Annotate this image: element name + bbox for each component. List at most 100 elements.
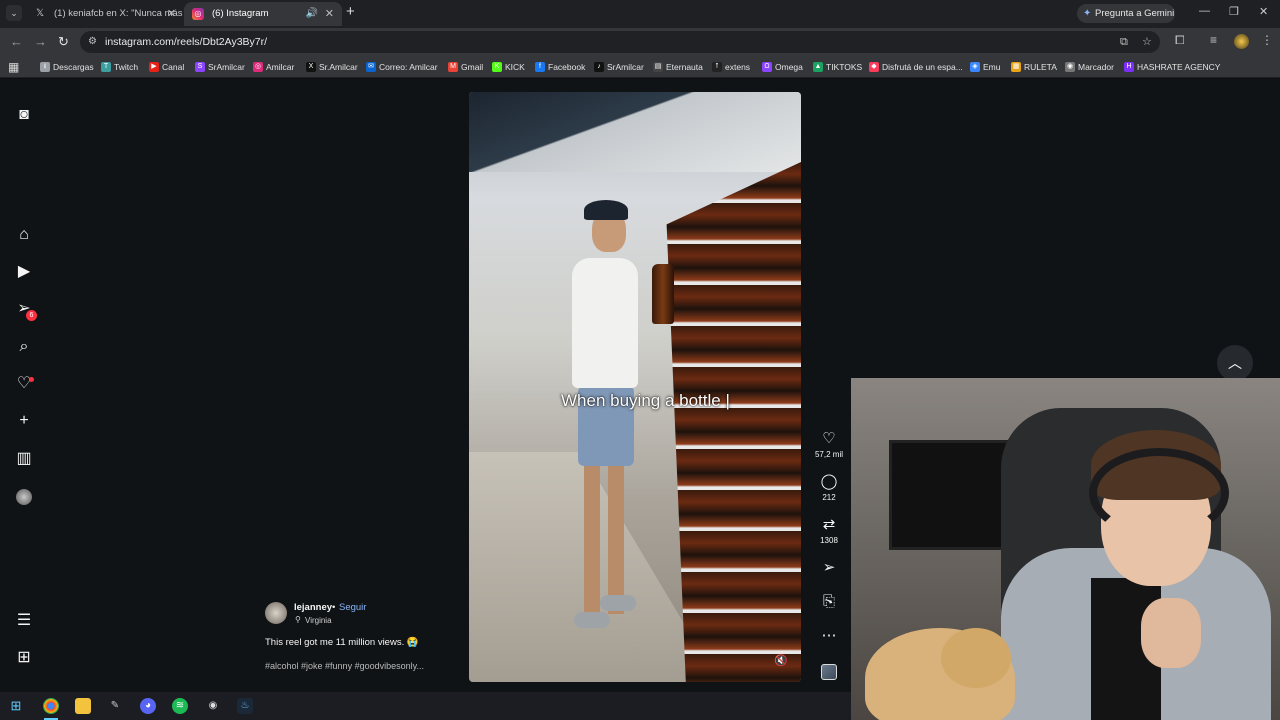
bookmark-item[interactable]: ▲ TIKTOKS	[813, 56, 862, 78]
reels-icon[interactable]: ▶	[14, 262, 34, 282]
previous-reel-chevron-up-icon[interactable]: ︿	[1217, 345, 1253, 381]
app-icon[interactable]: ✎	[107, 698, 123, 714]
new-tab-button[interactable]: +	[346, 3, 355, 20]
bookmark-item[interactable]: K KICK	[492, 56, 525, 78]
file-explorer-icon[interactable]	[75, 698, 91, 714]
comment-icon: ◯	[820, 473, 838, 490]
windows-start-icon[interactable]: ⊞	[8, 698, 24, 714]
bookmark-item[interactable]: T Twitch	[101, 56, 138, 78]
apps-grid-icon[interactable]: ▦	[8, 60, 19, 74]
taskbar: ⊞ ✎ ◕ ≋ ◉ ♨	[0, 692, 851, 720]
bookmark-item[interactable]: ◈ Emu	[970, 56, 1000, 78]
back-icon[interactable]: ←	[10, 34, 23, 49]
bookmark-item[interactable]: ◉ Marcador	[1065, 56, 1114, 78]
discord-icon[interactable]: ◕	[140, 698, 156, 714]
follow-button[interactable]: Seguir	[339, 602, 366, 613]
bookmark-item[interactable]: H HASHRATE AGENCY	[1124, 56, 1220, 78]
bookmark-label: Eternauta	[666, 62, 703, 72]
sidebar: ◙ ⌂ ▶ ➢ 6 ⌕ ♡ + ▥ ☰ ⊞	[0, 79, 48, 692]
tab-instagram[interactable]: ◎ (6) Instagram 🔊 ✕	[184, 2, 342, 26]
instagram-icon: ◎	[192, 8, 204, 20]
bookmark-favicon-icon: ♪	[594, 62, 604, 72]
bookmark-item[interactable]: ▦ RULETA	[1011, 56, 1057, 78]
instagram-logo-icon[interactable]: ◙	[14, 105, 34, 125]
bookmark-favicon-icon: ◈	[970, 62, 980, 72]
bookmark-label: Descargas	[53, 62, 94, 72]
bookmark-item[interactable]: ♪ SrAmilcar	[594, 56, 644, 78]
insights-icon[interactable]: ▥	[14, 449, 34, 469]
bookmark-star-icon[interactable]: ☆	[1142, 31, 1152, 53]
forward-icon[interactable]: →	[34, 34, 47, 49]
tab-search-button[interactable]: ⌄	[6, 5, 22, 21]
close-window-icon[interactable]: ✕	[1259, 5, 1268, 18]
steam-icon[interactable]: ♨	[237, 698, 253, 714]
close-tab-icon[interactable]: ✕	[167, 2, 176, 26]
video-text-overlay: When buying a bottle |	[561, 391, 730, 410]
spotify-icon[interactable]: ≋	[172, 698, 188, 714]
capybara-plush-head	[941, 628, 1011, 688]
reload-icon[interactable]: ↻	[58, 34, 69, 50]
bookmark-item[interactable]: ⭳ Descargas	[40, 56, 94, 78]
minimize-icon[interactable]: —	[1199, 5, 1210, 17]
bookmark-item[interactable]: ▤ Eternauta	[653, 56, 703, 78]
home-icon[interactable]: ⌂	[14, 225, 34, 245]
location-pin-icon: ⚲	[295, 615, 301, 624]
install-app-icon[interactable]: ⧉	[1120, 31, 1128, 53]
tab-title: (1) keniafcb en X: "Nunca más	[54, 8, 183, 19]
speaker-icon[interactable]: 🔊	[306, 2, 318, 26]
close-tab-icon[interactable]: ✕	[325, 2, 334, 26]
site-info-icon[interactable]: ⚙	[88, 31, 97, 53]
bookmark-favicon-icon: M	[448, 62, 458, 72]
obs-icon[interactable]: ◉	[205, 698, 221, 714]
post-location[interactable]: Virginia	[305, 616, 332, 625]
save-button[interactable]: ⎘	[812, 593, 846, 611]
more-menu-icon[interactable]: ⋮	[1261, 33, 1273, 47]
share-button[interactable]: ➢	[812, 559, 846, 577]
also-from-meta-icon[interactable]: ⊞	[14, 648, 34, 668]
post-hashtags[interactable]: #alcohol #joke #funny #goodvibesonly...	[265, 661, 424, 671]
search-icon[interactable]: ⌕	[14, 337, 34, 357]
bookmark-item[interactable]: X Sr.Amilcar	[306, 56, 358, 78]
bottle	[652, 264, 674, 324]
gemini-button[interactable]: ✦ Pregunta a Gemini	[1077, 4, 1175, 23]
like-button[interactable]: ♡ 57,2 mil	[812, 430, 846, 459]
tab-strip: ⌄ 𝕏 (1) keniafcb en X: "Nunca más ✕ ◎ (6…	[0, 0, 1280, 28]
bookmark-label: Gmail	[461, 62, 484, 72]
bookmark-item[interactable]: S SrAmilcar	[195, 56, 245, 78]
bookmark-item[interactable]: ⭡ extens	[712, 56, 750, 78]
toolbar: ← → ↻ ⚙ instagram.com/reels/Dbt2Ay3By7r/…	[0, 28, 1280, 56]
bookmark-item[interactable]: M Gmail	[448, 56, 483, 78]
restore-icon[interactable]: ❐	[1229, 5, 1239, 18]
comment-button[interactable]: ◯ 212	[812, 473, 846, 502]
repost-button[interactable]: ⇄ 1308	[812, 516, 846, 545]
tab-x[interactable]: 𝕏 (1) keniafcb en X: "Nunca más ✕	[26, 2, 184, 26]
reel-video[interactable]: When buying a bottle | 🔇	[469, 92, 801, 682]
bookmark-item[interactable]: ◎ Amilcar	[253, 56, 294, 78]
original-audio-thumbnail[interactable]	[821, 664, 837, 680]
bookmark-item[interactable]: ◆ Disfrutá de un espa...	[869, 56, 963, 78]
more-options-button[interactable]: ⋯	[812, 627, 846, 645]
post-caption: This reel got me 11 million views. 😭	[265, 637, 419, 648]
create-plus-icon[interactable]: +	[14, 411, 34, 431]
extensions-icon[interactable]: ⧠	[1175, 33, 1185, 48]
profile-avatar[interactable]	[1234, 34, 1249, 49]
menu-icon[interactable]: ☰	[14, 611, 34, 631]
address-bar[interactable]: ⚙ instagram.com/reels/Dbt2Ay3By7r/ ⧉ ☆	[80, 31, 1160, 53]
tab-title: (6) Instagram	[212, 8, 269, 19]
bookmark-item[interactable]: ▶ Canal	[149, 56, 184, 78]
bookmark-label: HASHRATE AGENCY	[1137, 62, 1221, 72]
bookmark-favicon-icon: ▦	[1011, 62, 1021, 72]
bookmark-item[interactable]: Ω Omega	[762, 56, 803, 78]
author-username[interactable]: lejanney	[294, 602, 332, 613]
bookmark-item[interactable]: ✉ Correo: Amilcar	[366, 56, 438, 78]
mute-icon[interactable]: 🔇	[774, 654, 788, 667]
bookmark-item[interactable]: f Facebook	[535, 56, 585, 78]
chrome-icon[interactable]	[43, 698, 59, 714]
bookmark-label: Amilcar	[266, 62, 295, 72]
bookmark-label: Sr.Amilcar	[319, 62, 358, 72]
bookmark-favicon-icon: ◆	[869, 62, 879, 72]
profile-picture[interactable]	[16, 489, 32, 505]
bookmark-label: Facebook	[548, 62, 586, 72]
author-avatar[interactable]	[265, 602, 287, 624]
reading-list-icon[interactable]: ≡	[1210, 33, 1217, 47]
